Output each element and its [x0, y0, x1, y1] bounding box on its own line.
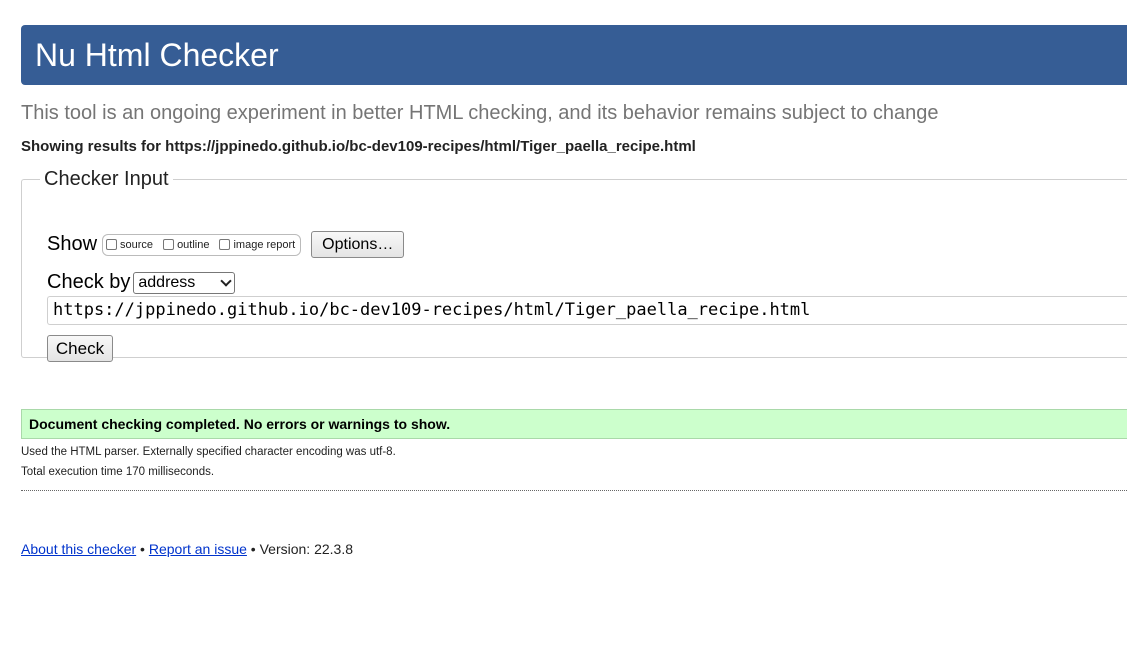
image-report-checkbox-label: image report: [233, 238, 296, 251]
intro-subtitle: This tool is an ongoing experiment in be…: [21, 102, 939, 124]
results-divider: [21, 490, 1127, 491]
showing-results-text: Showing results for https://jppinedo.git…: [21, 138, 696, 155]
outline-checkbox[interactable]: [163, 239, 175, 250]
check-by-row: Check by address: [47, 271, 236, 294]
outline-checkbox-label: outline: [177, 238, 210, 251]
success-message: Document checking completed. No errors o…: [21, 409, 1127, 439]
version-text: • Version: 22.3.8: [246, 541, 354, 557]
header-banner: Nu Html Checker: [21, 25, 1127, 85]
image-report-checkbox[interactable]: [219, 239, 231, 250]
show-outline-option[interactable]: outline: [163, 239, 209, 251]
page: Nu Html Checker This tool is an ongoing …: [0, 0, 1127, 657]
show-image-report-option[interactable]: image report: [219, 239, 295, 251]
page-title: Nu Html Checker: [35, 37, 279, 73]
check-by-select[interactable]: address: [133, 271, 236, 294]
about-checker-link[interactable]: About this checker: [21, 541, 136, 557]
execution-time-note: Total execution time 170 milliseconds.: [21, 466, 215, 478]
show-source-option[interactable]: source: [106, 239, 153, 251]
show-options-group: source outline image report: [102, 233, 302, 256]
chevron-down-icon: [220, 274, 233, 287]
report-issue-link[interactable]: Report an issue: [149, 541, 247, 557]
parser-note: Used the HTML parser. Externally specifi…: [21, 446, 396, 458]
options-button[interactable]: Options…: [311, 231, 405, 258]
checker-input-fieldset: Checker Input Show source outline image …: [21, 168, 1127, 362]
check-button[interactable]: Check: [47, 335, 113, 362]
show-row: Show source outline image report Options…: [47, 231, 405, 258]
footer-separator: •: [136, 541, 149, 557]
checker-input-legend: Checker Input: [44, 168, 169, 190]
footer: About this checker • Report an issue • V…: [21, 541, 353, 557]
show-label: Show: [47, 233, 98, 255]
url-input[interactable]: https://jppinedo.github.io/bc-dev109-rec…: [47, 296, 1127, 325]
source-checkbox-label: source: [120, 238, 154, 251]
check-by-selected-value: address: [138, 273, 196, 291]
check-by-label: Check by: [47, 271, 131, 293]
source-checkbox[interactable]: [106, 239, 118, 250]
